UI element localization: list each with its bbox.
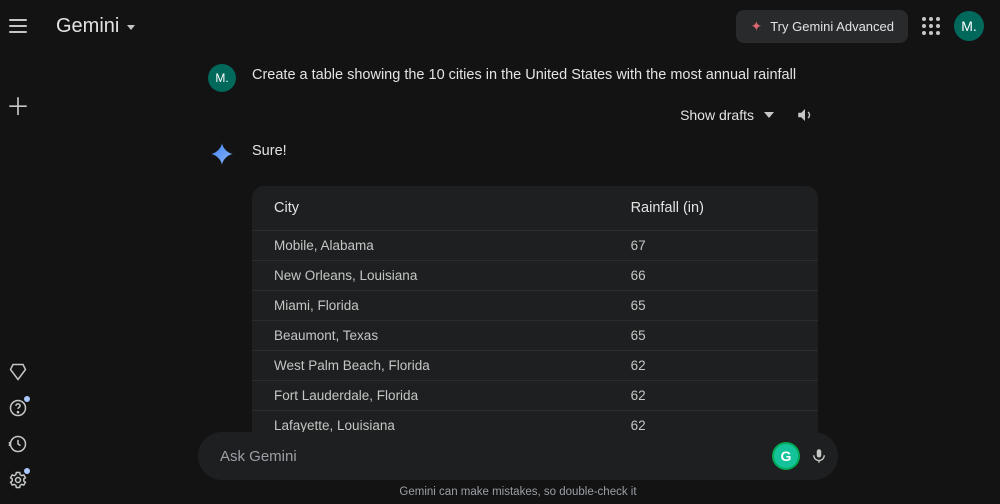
sparkle-icon: ✦: [750, 18, 762, 35]
ai-avatar: [208, 140, 236, 168]
table-row: Miami, Florida65: [252, 291, 818, 321]
cell-city: Miami, Florida: [252, 291, 609, 321]
table-row: Mobile, Alabama67: [252, 231, 818, 261]
cell-city: New Orleans, Louisiana: [252, 261, 609, 291]
cell-rainfall: 67: [609, 231, 818, 261]
cell-rainfall: 62: [609, 351, 818, 381]
user-message: M. Create a table showing the 10 cities …: [208, 62, 818, 92]
cell-city: West Palm Beach, Florida: [252, 351, 609, 381]
input-bar: G: [198, 432, 838, 480]
settings-icon[interactable]: [8, 470, 28, 490]
table-card: City Rainfall (in) Mobile, Alabama67New …: [252, 186, 818, 470]
col-rainfall: Rainfall (in): [609, 186, 818, 231]
history-icon[interactable]: [8, 434, 28, 454]
grammarly-icon[interactable]: G: [772, 442, 800, 470]
table-row: Fort Lauderdale, Florida62: [252, 381, 818, 411]
brand-name: Gemini: [56, 15, 119, 38]
help-icon[interactable]: [8, 398, 28, 418]
disclaimer: Gemini can make mistakes, so double-chec…: [198, 486, 838, 498]
left-rail: ＋: [0, 0, 36, 504]
user-avatar: M.: [208, 64, 236, 92]
user-text: Create a table showing the 10 cities in …: [252, 62, 818, 92]
speaker-icon[interactable]: [796, 106, 814, 124]
cell-rainfall: 66: [609, 261, 818, 291]
brand-dropdown[interactable]: Gemini: [56, 15, 135, 38]
try-advanced-button[interactable]: ✦ Try Gemini Advanced: [736, 10, 908, 43]
prompt-input[interactable]: [220, 448, 772, 465]
ai-text: Sure!: [252, 138, 818, 168]
avatar[interactable]: M.: [954, 11, 984, 41]
gem-icon[interactable]: [8, 362, 28, 382]
rainfall-table: City Rainfall (in) Mobile, Alabama67New …: [252, 186, 818, 470]
cell-city: Fort Lauderdale, Florida: [252, 381, 609, 411]
header: Gemini ✦ Try Gemini Advanced M.: [36, 0, 1000, 52]
show-drafts-button[interactable]: Show drafts: [680, 107, 774, 123]
menu-icon[interactable]: [8, 16, 28, 36]
ai-message: Sure!: [208, 138, 818, 168]
table-row: West Palm Beach, Florida62: [252, 351, 818, 381]
show-drafts-label: Show drafts: [680, 107, 754, 123]
table-row: Beaumont, Texas65: [252, 321, 818, 351]
table-row: New Orleans, Louisiana66: [252, 261, 818, 291]
apps-icon[interactable]: [922, 17, 940, 35]
try-advanced-label: Try Gemini Advanced: [770, 19, 894, 34]
cell-rainfall: 65: [609, 321, 818, 351]
col-city: City: [252, 186, 609, 231]
cell-rainfall: 62: [609, 381, 818, 411]
gemini-sparkle-icon: [209, 141, 235, 167]
cell-rainfall: 65: [609, 291, 818, 321]
chevron-down-icon: [127, 25, 135, 30]
new-chat-button[interactable]: ＋: [6, 96, 30, 120]
chevron-down-icon: [764, 112, 774, 118]
cell-city: Mobile, Alabama: [252, 231, 609, 261]
mic-icon[interactable]: [810, 447, 828, 465]
cell-city: Beaumont, Texas: [252, 321, 609, 351]
